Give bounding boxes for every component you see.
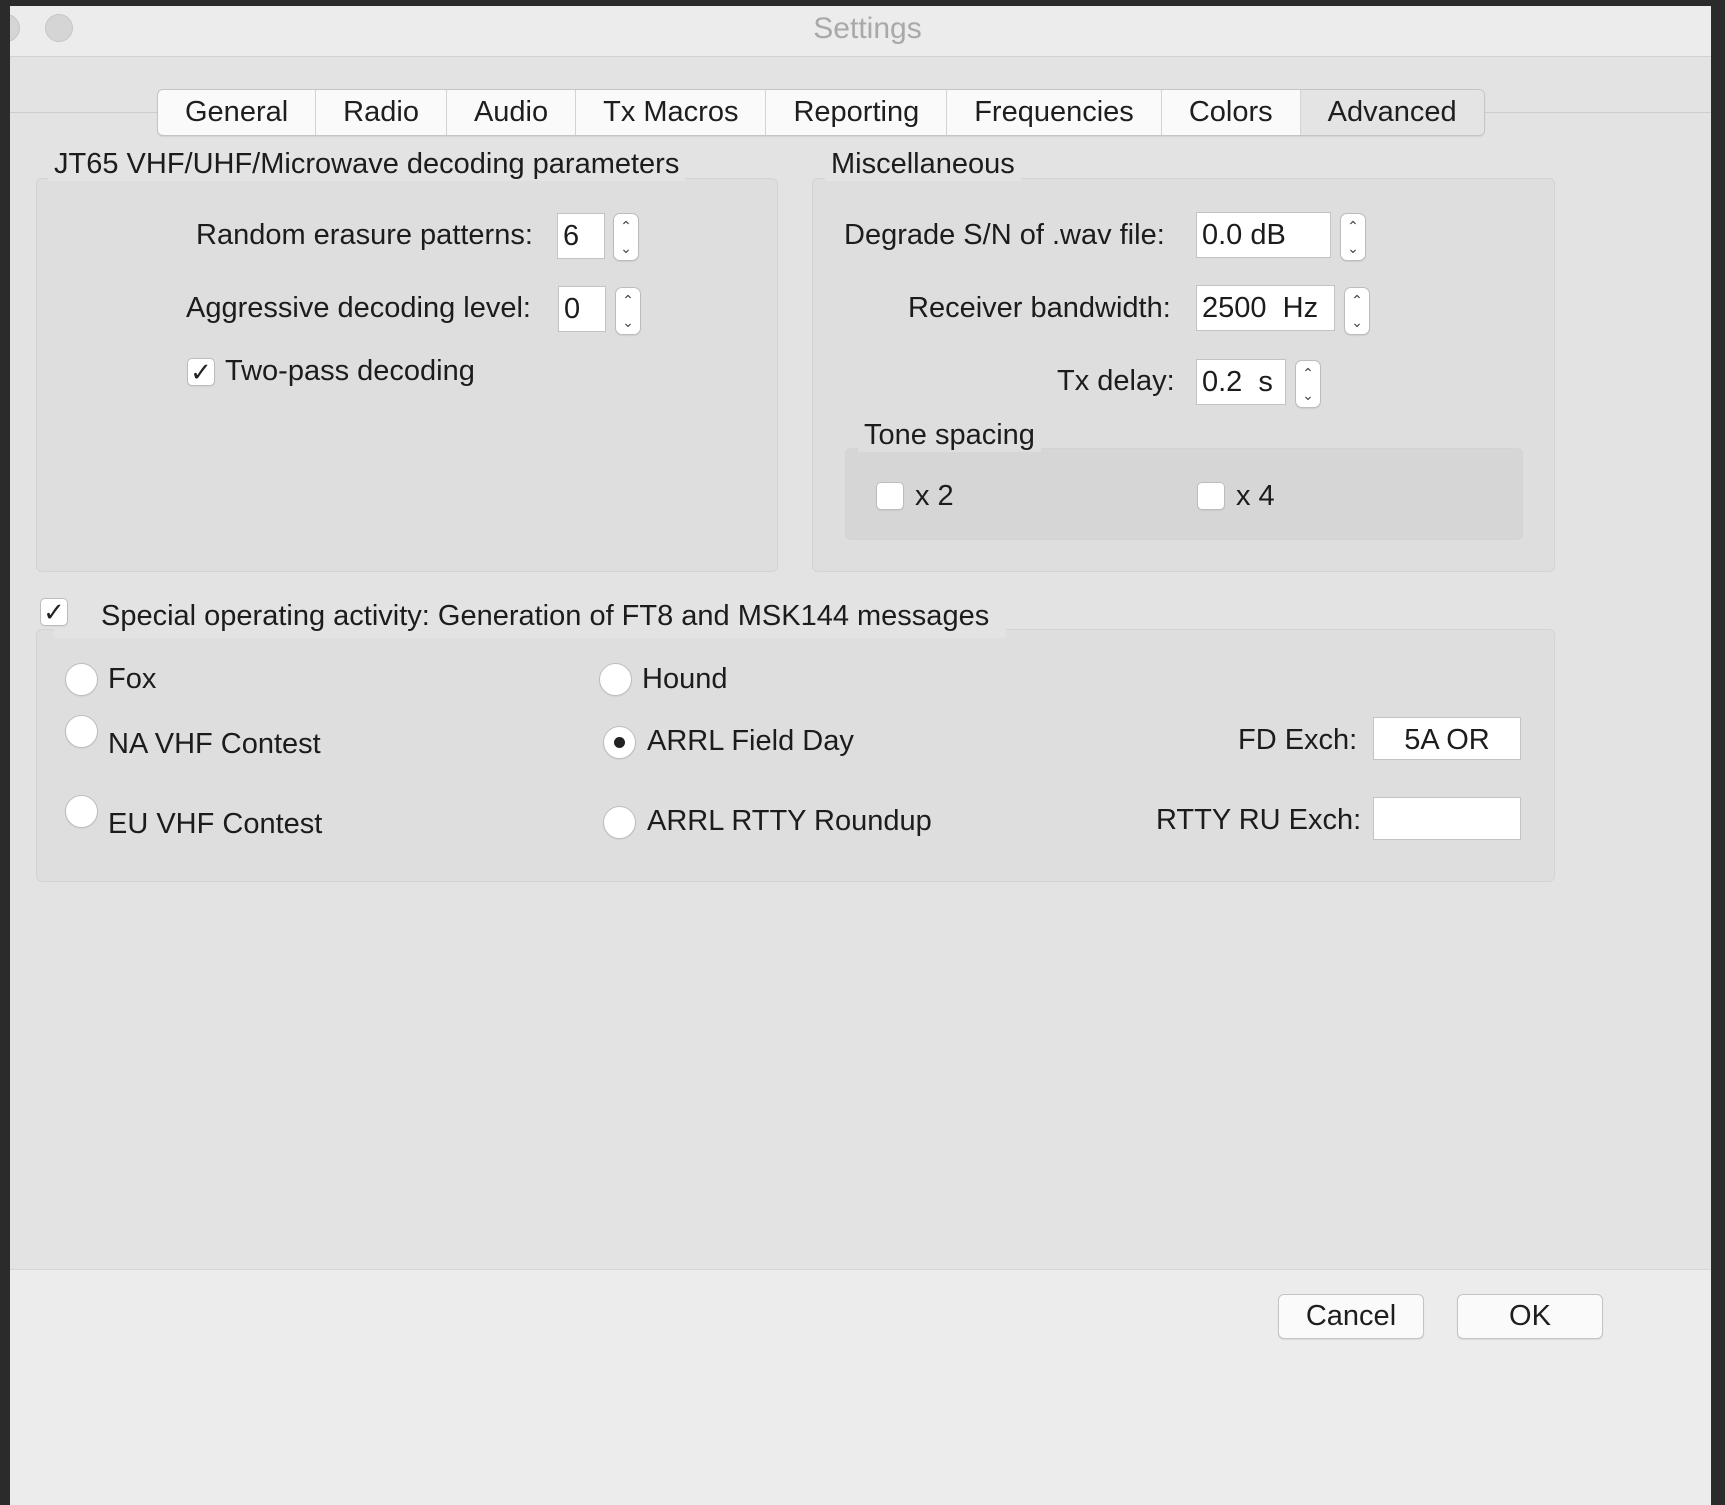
chevron-up-icon[interactable]: ⌃ xyxy=(1345,289,1369,311)
tab-frequencies[interactable]: Frequencies xyxy=(947,90,1162,135)
tx-delay-field[interactable]: 0.2 s xyxy=(1196,359,1286,405)
tab-advanced[interactable]: Advanced xyxy=(1300,90,1484,135)
chevron-down-icon[interactable]: ⌄ xyxy=(1296,384,1320,406)
special-activity-checkbox[interactable]: ✓ xyxy=(40,598,68,626)
settings-window: Settings General Radio Audio Tx Macros R… xyxy=(10,6,1725,1505)
chevron-up-icon[interactable]: ⌃ xyxy=(1341,215,1365,237)
checkmark-icon: ✓ xyxy=(43,597,65,627)
tx-delay-stepper[interactable]: ⌃ ⌄ xyxy=(1295,360,1321,408)
random-erasure-field[interactable]: 6 xyxy=(557,213,605,259)
tab-tx-macros[interactable]: Tx Macros xyxy=(576,90,767,135)
chevron-down-icon[interactable]: ⌄ xyxy=(1341,237,1365,259)
tab-general[interactable]: General xyxy=(158,90,317,135)
degrade-sn-label: Degrade S/N of .wav file: xyxy=(844,219,1165,251)
window-title: Settings xyxy=(813,12,922,45)
ok-button[interactable]: OK xyxy=(1457,1294,1603,1339)
chevron-down-icon[interactable]: ⌄ xyxy=(614,237,638,259)
arrl-rtty-roundup-radio[interactable] xyxy=(603,806,636,839)
tab-reporting[interactable]: Reporting xyxy=(766,90,948,135)
misc-group-title: Miscellaneous xyxy=(825,148,1021,181)
aggressive-decoding-stepper[interactable]: ⌃ ⌄ xyxy=(615,287,641,335)
title-bar: Settings xyxy=(10,6,1725,57)
window-edge xyxy=(1711,0,1725,1505)
tone-x2-checkbox[interactable] xyxy=(876,482,904,510)
arrl-field-day-radio[interactable] xyxy=(603,726,636,759)
tone-spacing-title: Tone spacing xyxy=(858,419,1041,452)
na-vhf-contest-radio[interactable] xyxy=(65,715,98,748)
chevron-up-icon[interactable]: ⌃ xyxy=(1296,362,1320,384)
tab-audio[interactable]: Audio xyxy=(447,90,577,135)
fd-exch-field[interactable]: 5A OR xyxy=(1373,717,1521,760)
receiver-bandwidth-label: Receiver bandwidth: xyxy=(908,292,1171,324)
two-pass-label: Two-pass decoding xyxy=(225,355,475,387)
fox-radio[interactable] xyxy=(65,663,98,696)
na-vhf-contest-label: NA VHF Contest xyxy=(108,728,321,760)
tone-x4-label: x 4 xyxy=(1236,480,1275,512)
aggressive-decoding-field[interactable]: 0 xyxy=(558,286,606,332)
random-erasure-stepper[interactable]: ⌃ ⌄ xyxy=(613,213,639,261)
receiver-bandwidth-stepper[interactable]: ⌃ ⌄ xyxy=(1344,287,1370,335)
random-erasure-label: Random erasure patterns: xyxy=(196,219,533,251)
receiver-bandwidth-field[interactable]: 2500 Hz xyxy=(1196,285,1335,331)
degrade-sn-field[interactable]: 0.0 dB xyxy=(1196,212,1331,258)
degrade-sn-stepper[interactable]: ⌃ ⌄ xyxy=(1340,213,1366,261)
fox-label: Fox xyxy=(108,663,157,695)
eu-vhf-contest-radio[interactable] xyxy=(65,795,98,828)
chevron-up-icon[interactable]: ⌃ xyxy=(616,289,640,311)
aggressive-decoding-label: Aggressive decoding level: xyxy=(186,292,531,324)
tab-colors[interactable]: Colors xyxy=(1162,90,1301,135)
fd-exch-label: FD Exch: xyxy=(1238,724,1358,756)
hound-radio[interactable] xyxy=(599,663,632,696)
tab-radio[interactable]: Radio xyxy=(316,90,447,135)
eu-vhf-contest-label: EU VHF Contest xyxy=(108,808,323,840)
cancel-button[interactable]: Cancel xyxy=(1278,1294,1424,1339)
chevron-down-icon[interactable]: ⌄ xyxy=(616,311,640,333)
rtty-ru-exch-label: RTTY RU Exch: xyxy=(1156,804,1362,836)
tone-x2-label: x 2 xyxy=(915,480,954,512)
hound-label: Hound xyxy=(642,663,728,695)
jt65-group-title: JT65 VHF/UHF/Microwave decoding paramete… xyxy=(48,148,686,181)
tx-delay-label: Tx delay: xyxy=(1057,365,1175,397)
chevron-up-icon[interactable]: ⌃ xyxy=(614,215,638,237)
arrl-field-day-label: ARRL Field Day xyxy=(647,725,854,757)
tone-x4-checkbox[interactable] xyxy=(1197,482,1225,510)
two-pass-checkbox[interactable]: ✓ xyxy=(187,358,215,386)
rtty-ru-exch-field[interactable] xyxy=(1373,797,1521,840)
chevron-down-icon[interactable]: ⌄ xyxy=(1345,311,1369,333)
tab-bar: General Radio Audio Tx Macros Reporting … xyxy=(157,89,1485,136)
special-activity-title: Special operating activity: Generation o… xyxy=(101,600,990,632)
checkmark-icon: ✓ xyxy=(190,357,212,387)
arrl-rtty-roundup-label: ARRL RTTY Roundup xyxy=(647,805,932,837)
